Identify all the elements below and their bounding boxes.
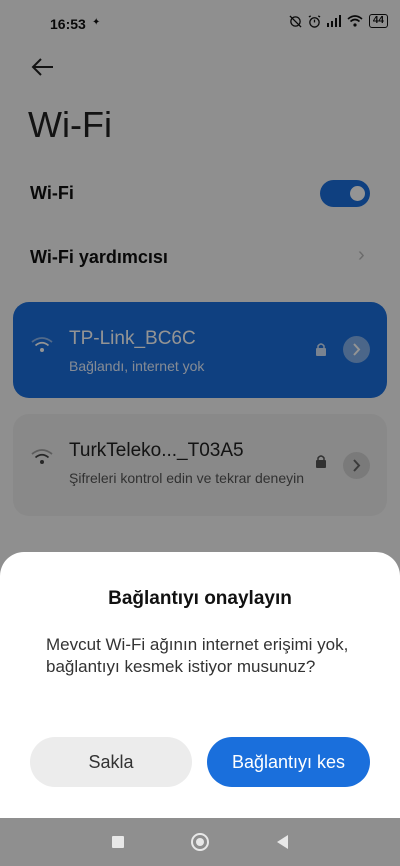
dialog-title: Bağlantıyı onaylayın <box>108 588 292 609</box>
back-triangle-icon[interactable] <box>277 835 288 849</box>
dialog-message: Mevcut Wi-Fi ağının internet erişimi yok… <box>46 635 349 676</box>
navigation-bar <box>0 818 400 866</box>
confirm-dialog: Bağlantıyı onaylayın Mevcut Wi-Fi ağının… <box>0 552 400 818</box>
keep-button[interactable]: Sakla <box>30 737 192 787</box>
disconnect-button[interactable]: Bağlantıyı kes <box>207 737 370 787</box>
recents-icon[interactable] <box>112 836 124 848</box>
home-icon[interactable] <box>191 833 209 851</box>
